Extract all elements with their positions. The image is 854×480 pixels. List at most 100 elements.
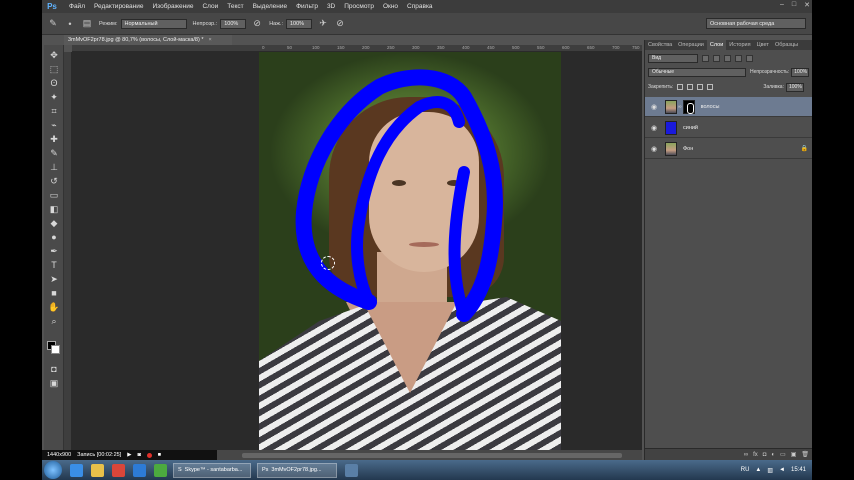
lock-position-icon[interactable] bbox=[697, 84, 704, 90]
blend-mode-select[interactable]: Обычные bbox=[648, 67, 746, 77]
brush-preset-icon[interactable]: ✎ bbox=[47, 18, 59, 30]
menu-view[interactable]: Просмотр bbox=[344, 3, 374, 10]
layer-opacity-field[interactable]: 100% bbox=[791, 67, 810, 77]
trash-icon[interactable]: 🗑 bbox=[801, 451, 809, 458]
chrome-icon[interactable] bbox=[133, 463, 146, 477]
visibility-eye-icon[interactable]: ◉ bbox=[649, 124, 659, 132]
tray-arrow-icon[interactable]: ▲ bbox=[755, 467, 761, 473]
dodge-tool-icon[interactable]: ● bbox=[47, 231, 61, 243]
visibility-eye-icon[interactable]: ◉ bbox=[649, 103, 659, 111]
marquee-tool-icon[interactable]: ⬚ bbox=[47, 63, 61, 75]
canvas-area[interactable] bbox=[72, 52, 642, 455]
screen-mode-icon[interactable]: ▣ bbox=[47, 377, 61, 389]
menu-filter[interactable]: Фильтр bbox=[296, 3, 318, 10]
document-tab[interactable]: 3mMvOF2pr78.jpg @ 80,7% (волосы, Слой-ма… bbox=[64, 35, 232, 45]
type-tool-icon[interactable]: T bbox=[47, 259, 61, 271]
lasso-tool-icon[interactable]: ʘ bbox=[47, 77, 61, 89]
mask-icon[interactable]: ◘ bbox=[763, 452, 767, 458]
menu-type[interactable]: Текст bbox=[227, 3, 243, 10]
tab-history[interactable]: История bbox=[726, 40, 753, 50]
link-icon[interactable]: ∞ bbox=[744, 452, 748, 458]
brush-size-icon[interactable]: • bbox=[64, 18, 76, 30]
lock-pixels-icon[interactable] bbox=[687, 84, 694, 90]
camera-icon[interactable]: ◙ bbox=[137, 452, 140, 458]
fx-icon[interactable]: fx bbox=[753, 452, 758, 458]
pressure-opacity-icon[interactable]: ⊘ bbox=[251, 18, 263, 30]
healing-tool-icon[interactable]: ✚ bbox=[47, 133, 61, 145]
stamp-tool-icon[interactable]: ⊥ bbox=[47, 161, 61, 173]
menu-window[interactable]: Окно bbox=[383, 3, 398, 10]
menu-3d[interactable]: 3D bbox=[327, 3, 335, 10]
workspace-select[interactable]: Основная рабочая среда bbox=[706, 18, 806, 29]
layer-filter-select[interactable]: Вид bbox=[648, 53, 698, 63]
airbrush-icon[interactable]: ✈ bbox=[317, 18, 329, 30]
stop-icon[interactable]: ■ bbox=[158, 452, 161, 458]
adjustment-icon[interactable]: ◐ bbox=[771, 452, 775, 458]
background-color-swatch[interactable] bbox=[51, 345, 60, 354]
visibility-eye-icon[interactable]: ◉ bbox=[649, 145, 659, 153]
hand-tool-icon[interactable]: ✋ bbox=[47, 301, 61, 313]
maximize-button[interactable]: □ bbox=[792, 1, 796, 9]
new-layer-icon[interactable]: ▣ bbox=[791, 451, 797, 458]
blur-tool-icon[interactable]: ◆ bbox=[47, 217, 61, 229]
layer-row-blue[interactable]: ◉ синий bbox=[645, 118, 812, 138]
clock[interactable]: 15:41 bbox=[791, 467, 806, 473]
lock-all-icon[interactable] bbox=[707, 84, 714, 90]
menu-layers[interactable]: Слои bbox=[202, 3, 218, 10]
menu-image[interactable]: Изображение bbox=[153, 3, 194, 10]
crop-tool-icon[interactable]: ⌗ bbox=[47, 105, 61, 117]
quick-select-tool-icon[interactable]: ✦ bbox=[47, 91, 61, 103]
opacity-field[interactable]: 100% bbox=[220, 18, 247, 29]
path-select-tool-icon[interactable]: ➤ bbox=[47, 273, 61, 285]
history-brush-tool-icon[interactable]: ↺ bbox=[47, 175, 61, 187]
pressure-field[interactable]: 100% bbox=[285, 18, 312, 29]
network-icon[interactable]: ▥ bbox=[767, 467, 773, 474]
minimize-button[interactable]: – bbox=[780, 1, 784, 9]
tab-actions[interactable]: Операции bbox=[675, 40, 707, 50]
volume-icon[interactable]: ◄ bbox=[779, 467, 785, 473]
ie-icon[interactable] bbox=[70, 463, 83, 477]
start-button[interactable] bbox=[44, 461, 62, 479]
menu-help[interactable]: Справка bbox=[407, 3, 433, 10]
shape-tool-icon[interactable]: ■ bbox=[47, 287, 61, 299]
brush-panel-icon[interactable]: ▤ bbox=[81, 18, 93, 30]
filter-shape-icon[interactable] bbox=[735, 54, 742, 62]
brush-tool-icon[interactable]: ✎ bbox=[47, 147, 61, 159]
layer-row-hair[interactable]: ◉ ∞ волосы bbox=[645, 97, 812, 117]
filter-type-icon[interactable] bbox=[724, 54, 731, 62]
mode-select[interactable]: Нормальный bbox=[120, 18, 187, 29]
explorer-icon[interactable] bbox=[91, 463, 104, 477]
eraser-tool-icon[interactable]: ▭ bbox=[47, 189, 61, 201]
play-icon[interactable]: ▶ bbox=[127, 452, 131, 458]
tab-color[interactable]: Цвет bbox=[754, 40, 772, 50]
tab-properties[interactable]: Свойства bbox=[645, 40, 675, 50]
group-icon[interactable]: ▭ bbox=[780, 451, 786, 458]
document-photo[interactable] bbox=[259, 52, 561, 455]
filter-pixel-icon[interactable] bbox=[702, 54, 709, 62]
task-photoshop[interactable]: Ps 3mMvOF2pr78.jpg... bbox=[257, 462, 337, 478]
media-icon[interactable] bbox=[112, 463, 125, 477]
close-button[interactable]: ✕ bbox=[804, 1, 810, 9]
task-skype[interactable]: S Skype™ - santabarba... bbox=[173, 462, 251, 478]
menu-select[interactable]: Выделение bbox=[253, 3, 287, 10]
tab-layers[interactable]: Слои bbox=[706, 40, 727, 50]
tab-swatches[interactable]: Образцы bbox=[772, 40, 801, 50]
language-indicator[interactable]: RU bbox=[741, 467, 750, 473]
tab-close-icon[interactable]: × bbox=[209, 37, 212, 43]
fill-field[interactable]: 100% bbox=[785, 82, 804, 92]
eyedropper-tool-icon[interactable]: ⌁ bbox=[47, 119, 61, 131]
folder-icon[interactable] bbox=[345, 463, 358, 477]
layer-mask-thumbnail[interactable] bbox=[682, 99, 695, 114]
app-icon[interactable] bbox=[154, 463, 167, 477]
filter-smart-icon[interactable] bbox=[746, 54, 753, 62]
mask-link-icon[interactable]: ∞ bbox=[678, 104, 682, 110]
pen-tool-icon[interactable]: ✒ bbox=[47, 245, 61, 257]
quick-mask-icon[interactable]: ◘ bbox=[47, 363, 61, 375]
zoom-tool-icon[interactable]: ⌕ bbox=[47, 315, 61, 327]
layer-row-background[interactable]: ◉ Фон 🔒 bbox=[645, 139, 812, 159]
menu-file[interactable]: Файл bbox=[69, 3, 85, 10]
record-icon[interactable] bbox=[146, 452, 152, 458]
horizontal-scrollbar[interactable] bbox=[242, 453, 622, 458]
pressure-size-icon[interactable]: ⊘ bbox=[334, 18, 346, 30]
lock-transparent-icon[interactable] bbox=[677, 84, 684, 90]
